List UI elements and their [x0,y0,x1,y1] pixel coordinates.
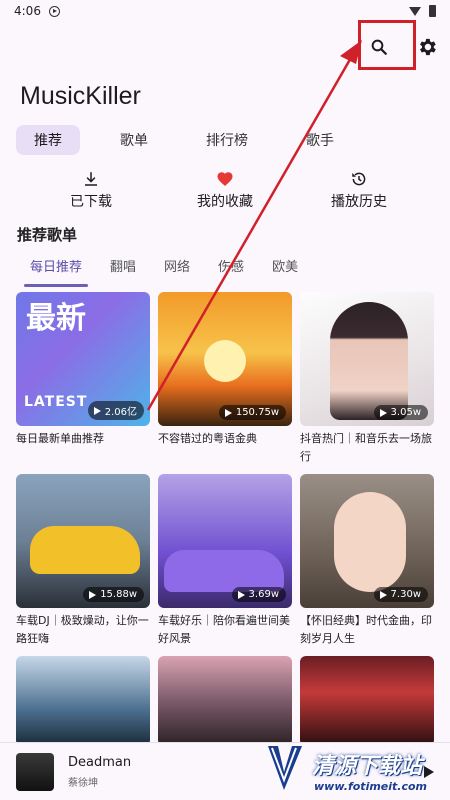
play-count-badge: 7.30w [373,587,428,602]
app-title: MusicKiller [20,82,141,110]
playlist-cover: 3.69w [158,474,292,608]
subtab-network[interactable]: 网络 [150,256,204,287]
playlist-cover [158,656,292,746]
play-count: 3.05w [390,407,421,418]
playlist-cover: 3.05w [300,292,434,426]
play-icon [237,590,245,599]
cover-sun-image [204,340,246,382]
cover-latest-text: LATEST [24,394,88,410]
subtab-western[interactable]: 欧美 [258,256,312,287]
downloaded-button[interactable]: 已下载 [36,170,146,211]
media-status-icon [48,5,60,17]
playlist-category-tabs: 每日推荐 翻唱 网络 伤感 欧美 [16,256,436,287]
playlist-card[interactable]: 最新 LATEST 2.06亿 每日最新单曲推荐 [16,292,150,474]
tab-charts[interactable]: 排行榜 [188,125,266,155]
heart-icon [217,172,233,187]
play-icon [93,406,101,415]
battery-icon [429,5,436,17]
playlist-card[interactable]: 3.69w 车载好乐｜陪你看遍世间美好风景 [158,474,292,656]
favorites-label: 我的收藏 [197,194,253,210]
play-count: 7.30w [390,589,421,600]
play-count: 150.75w [235,407,279,418]
play-count-badge: 3.69w [231,587,286,602]
quick-actions: 已下载 我的收藏 播放历史 [0,170,450,211]
play-count-badge: 3.05w [373,405,428,420]
watermark-logo: 清源下载站 www.fotimeit.com [262,740,442,800]
album-thumbnail [16,752,54,791]
playlist-grid: 最新 LATEST 2.06亿 每日最新单曲推荐 150.75w 不容错过的粤语… [16,292,434,800]
song-artist: 蔡徐坤 [68,777,98,789]
playlist-cover: 15.88w [16,474,150,608]
logo-emblem-icon [268,746,302,790]
play-icon [89,590,97,599]
play-count: 3.69w [248,589,279,600]
playlist-cover [16,656,150,746]
song-title: Deadman [68,754,132,770]
playlist-title: 车载DJ｜极致燥动，让你一路狂嗨 [16,614,149,645]
history-button[interactable]: 播放历史 [304,170,414,211]
play-icon [224,408,232,417]
play-count-badge: 2.06亿 [87,401,144,420]
playlist-title: 不容错过的粤语金典 [158,432,257,445]
main-tabs: 推荐 歌单 排行榜 歌手 [16,125,374,155]
status-time: 4:06 [14,4,41,18]
cover-portrait-image [330,302,408,420]
playlist-cover: 最新 LATEST 2.06亿 [16,292,150,426]
downloaded-label: 已下载 [70,194,112,210]
playlist-title: 抖音热门｜和音乐去一场旅行 [300,432,432,463]
section-title: 推荐歌单 [17,226,78,244]
play-icon [379,590,387,599]
playlist-card[interactable]: 7.30w 【怀旧经典】时代金曲，印刻岁月人生 [300,474,434,656]
cover-portrait-image [334,492,406,592]
playlist-title: 每日最新单曲推荐 [16,432,104,445]
playlist-cover: 7.30w [300,474,434,608]
tab-playlists[interactable]: 歌单 [102,125,166,155]
subtab-daily[interactable]: 每日推荐 [16,256,96,287]
play-count-badge: 150.75w [218,405,286,420]
playlist-cover: 150.75w [158,292,292,426]
play-count-badge: 15.88w [83,587,144,602]
tab-singers[interactable]: 歌手 [288,125,352,155]
settings-button[interactable] [414,34,440,60]
cover-title-text: 最新 [26,301,86,336]
play-count: 15.88w [100,589,137,600]
tab-recommend[interactable]: 推荐 [16,125,80,155]
playlist-card[interactable]: 150.75w 不容错过的粤语金典 [158,292,292,474]
wifi-icon [409,6,421,16]
play-icon [379,408,387,417]
annotation-highlight-box [358,20,416,70]
history-label: 播放历史 [331,194,387,210]
subtab-cover[interactable]: 翻唱 [96,256,150,287]
watermark-site-url: www.fotimeit.com [314,780,428,793]
playlist-card[interactable]: 3.05w 抖音热门｜和音乐去一场旅行 [300,292,434,474]
cover-car-image [164,550,284,592]
history-icon [352,172,366,186]
download-icon [85,172,97,186]
favorites-button[interactable]: 我的收藏 [170,170,280,211]
watermark-site-name: 清源下载站 [312,754,423,779]
playlist-card[interactable]: 15.88w 车载DJ｜极致燥动，让你一路狂嗨 [16,474,150,656]
now-playing-info: Deadman 蔡徐坤 [68,755,131,789]
playlist-cover [300,656,434,746]
status-bar: 4:06 [0,0,450,22]
playlist-title: 【怀旧经典】时代金曲，印刻岁月人生 [300,614,432,645]
subtab-sad[interactable]: 伤感 [204,256,258,287]
gear-icon [420,38,436,56]
play-count: 2.06亿 [104,407,137,418]
cover-car-image [30,526,140,574]
playlist-title: 车载好乐｜陪你看遍世间美好风景 [158,614,290,645]
